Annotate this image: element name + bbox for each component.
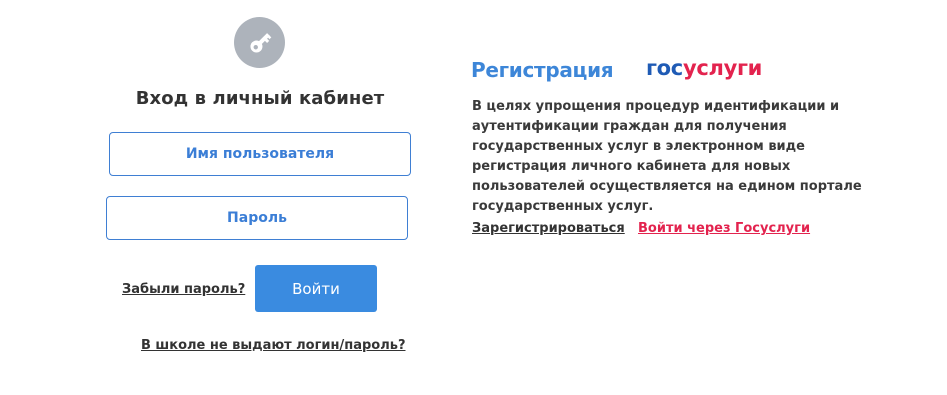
forgot-password-link[interactable]: Забыли пароль? xyxy=(122,282,245,297)
login-title: Вход в личный кабинет xyxy=(135,88,385,109)
gosuslugi-logo-part2: услуги xyxy=(682,56,763,80)
gosuslugi-logo: госуслуги xyxy=(646,56,762,80)
key-icon xyxy=(234,17,285,68)
login-button[interactable]: Войти xyxy=(255,265,377,312)
register-link[interactable]: Зарегистрироваться xyxy=(472,221,625,236)
password-placeholder: Пароль xyxy=(227,210,287,226)
no-login-help-link[interactable]: В школе не выдают логин/пароль? xyxy=(141,338,406,353)
username-placeholder: Имя пользователя xyxy=(185,146,335,162)
registration-description: В целях упрощения процедур идентификации… xyxy=(472,99,862,214)
password-input[interactable]: Пароль xyxy=(106,196,408,240)
gosuslugi-logo-part1: гос xyxy=(646,56,683,80)
login-via-gosuslugi-link[interactable]: Войти через Госуслуги xyxy=(638,221,810,236)
registration-title: Регистрация xyxy=(471,58,614,82)
username-input[interactable]: Имя пользователя xyxy=(109,132,411,176)
